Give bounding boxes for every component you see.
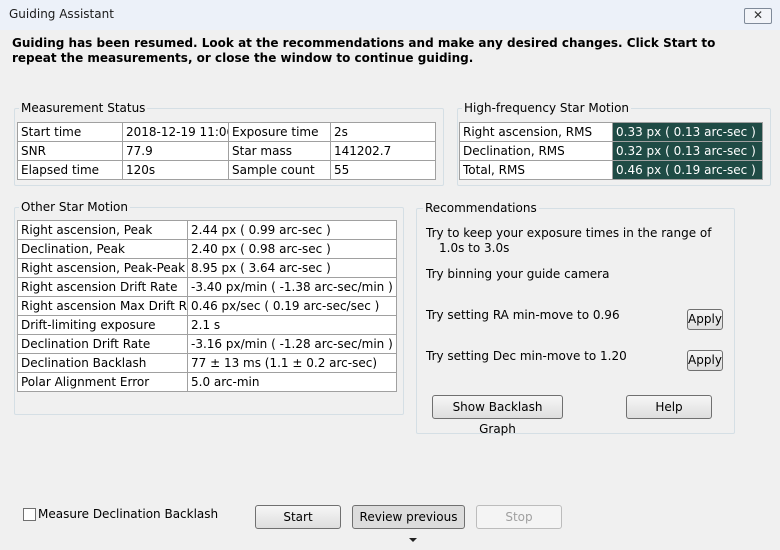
window-title: Guiding Assistant bbox=[9, 7, 114, 21]
ra-peak-peak-value: 8.95 px ( 3.64 arc-sec ) bbox=[187, 258, 397, 278]
table-row: SNR 77.9 Star mass 141202.7 bbox=[17, 141, 436, 161]
review-previous-dropdown[interactable]: Review previous bbox=[352, 505, 465, 542]
ra-peak-label: Right ascension, Peak bbox=[17, 220, 188, 240]
sample-count-label: Sample count bbox=[228, 160, 331, 180]
ra-drift-rate-label: Right ascension Drift Rate bbox=[17, 277, 188, 297]
apply-dec-button[interactable]: Apply bbox=[687, 350, 723, 371]
table-row: Elapsed time 120s Sample count 55 bbox=[17, 160, 436, 180]
drift-limiting-exposure-value: 2.1 s bbox=[187, 315, 397, 335]
ra-minmove-recommendation: Try setting RA min-move to 0.96 bbox=[426, 308, 620, 322]
dec-drift-rate-label: Declination Drift Rate bbox=[17, 334, 188, 354]
hf-motion-title: High-frequency Star Motion bbox=[462, 101, 632, 115]
instructions-text: Guiding has been resumed. Look at the re… bbox=[12, 36, 716, 65]
sample-count-value: 55 bbox=[330, 160, 436, 180]
title-bar: Guiding Assistant ✕ bbox=[0, 0, 780, 30]
hf-motion-table: Right ascension, RMS 0.33 px ( 0.13 arc-… bbox=[459, 122, 763, 180]
table-row: Right ascension Drift Rate -3.40 px/min (… bbox=[17, 277, 397, 297]
snr-label: SNR bbox=[17, 141, 123, 161]
exposure-recommendation-line2: 1.0s to 3.0s bbox=[439, 241, 510, 255]
table-row: Drift-limiting exposure 2.1 s bbox=[17, 315, 397, 335]
polar-alignment-error-label: Polar Alignment Error bbox=[17, 372, 188, 392]
apply-ra-button[interactable]: Apply bbox=[687, 309, 723, 330]
measurement-status-table: Start time 2018-12-19 11:06:18 Exposure … bbox=[17, 122, 436, 180]
exposure-time-value: 2s bbox=[330, 122, 436, 142]
dec-backlash-label: Declination Backlash bbox=[17, 353, 188, 373]
polar-alignment-error-value: 5.0 arc-min bbox=[187, 372, 397, 392]
table-row: Right ascension, Peak 2.44 px ( 0.99 arc-… bbox=[17, 220, 397, 240]
other-motion-table: Right ascension, Peak 2.44 px ( 0.99 arc-… bbox=[17, 220, 397, 392]
dec-rms-label: Declination, RMS bbox=[459, 141, 613, 161]
total-rms-label: Total, RMS bbox=[459, 160, 613, 180]
drift-limiting-exposure-label: Drift-limiting exposure bbox=[17, 315, 188, 335]
table-row: Right ascension, Peak-Peak 8.95 px ( 3.64… bbox=[17, 258, 397, 278]
table-row: Polar Alignment Error 5.0 arc-min bbox=[17, 372, 397, 392]
total-rms-value: 0.46 px ( 0.19 arc-sec ) bbox=[612, 160, 763, 180]
exposure-recommendation-line1: Try to keep your exposure times in the r… bbox=[426, 226, 712, 240]
table-row: Right ascension Max Drift Rate0.46 px/se… bbox=[17, 296, 397, 316]
dec-peak-label: Declination, Peak bbox=[17, 239, 188, 259]
ra-rms-value: 0.33 px ( 0.13 arc-sec ) bbox=[612, 122, 763, 142]
ra-peak-peak-label: Right ascension, Peak-Peak bbox=[17, 258, 188, 278]
show-backlash-graph-button[interactable]: Show Backlash Graph bbox=[432, 395, 563, 436]
table-row: Start time 2018-12-19 11:06:18 Exposure … bbox=[17, 122, 436, 142]
table-row: Total, RMS 0.46 px ( 0.19 arc-sec ) bbox=[459, 160, 763, 180]
elapsed-time-label: Elapsed time bbox=[17, 160, 123, 180]
review-previous-label: Review previous bbox=[359, 510, 458, 524]
dec-backlash-value: 77 ± 13 ms (1.1 ± 0.2 arc-sec) bbox=[187, 353, 397, 373]
ra-drift-rate-value: -3.40 px/min ( -1.38 arc-sec/min ) bbox=[187, 277, 397, 297]
measurement-status-title: Measurement Status bbox=[19, 101, 148, 115]
help-button[interactable]: Help bbox=[626, 395, 712, 419]
table-row: Declination, Peak 2.40 px ( 0.98 arc-sec … bbox=[17, 239, 397, 259]
dec-minmove-recommendation: Try setting Dec min-move to 1.20 bbox=[426, 349, 627, 363]
start-button[interactable]: Start bbox=[255, 505, 341, 529]
snr-value: 77.9 bbox=[122, 141, 229, 161]
star-mass-value: 141202.7 bbox=[330, 141, 436, 161]
table-row: Declination Drift Rate -3.16 px/min ( -1.… bbox=[17, 334, 397, 354]
ra-rms-label: Right ascension, RMS bbox=[459, 122, 613, 142]
stop-button[interactable]: Stop bbox=[476, 505, 562, 529]
ra-peak-value: 2.44 px ( 0.99 arc-sec ) bbox=[187, 220, 397, 240]
dec-peak-value: 2.40 px ( 0.98 arc-sec ) bbox=[187, 239, 397, 259]
dec-drift-rate-value: -3.16 px/min ( -1.28 arc-sec/min ) bbox=[187, 334, 397, 354]
exposure-time-label: Exposure time bbox=[228, 122, 331, 142]
recommendations-title: Recommendations bbox=[423, 201, 539, 215]
ra-max-drift-rate-label: Right ascension Max Drift Rate bbox=[17, 296, 188, 316]
star-mass-label: Star mass bbox=[228, 141, 331, 161]
elapsed-time-value: 120s bbox=[122, 160, 229, 180]
ra-max-drift-rate-value: 0.46 px/sec ( 0.19 arc-sec/sec ) bbox=[187, 296, 397, 316]
table-row: Declination Backlash 77 ± 13 ms (1.1 ± 0.… bbox=[17, 353, 397, 373]
measure-backlash-label[interactable]: Measure Declination Backlash bbox=[38, 507, 218, 521]
start-time-value: 2018-12-19 11:06:18 bbox=[122, 122, 229, 142]
close-icon: ✕ bbox=[752, 8, 764, 22]
measure-backlash-checkbox[interactable] bbox=[23, 508, 36, 521]
table-row: Right ascension, RMS 0.33 px ( 0.13 arc-… bbox=[459, 122, 763, 142]
start-time-label: Start time bbox=[17, 122, 123, 142]
table-row: Declination, RMS 0.32 px ( 0.13 arc-sec … bbox=[459, 141, 763, 161]
binning-recommendation: Try binning your guide camera bbox=[426, 267, 610, 281]
close-button[interactable]: ✕ bbox=[744, 8, 772, 24]
dec-rms-value: 0.32 px ( 0.13 arc-sec ) bbox=[612, 141, 763, 161]
other-motion-title: Other Star Motion bbox=[19, 200, 130, 214]
